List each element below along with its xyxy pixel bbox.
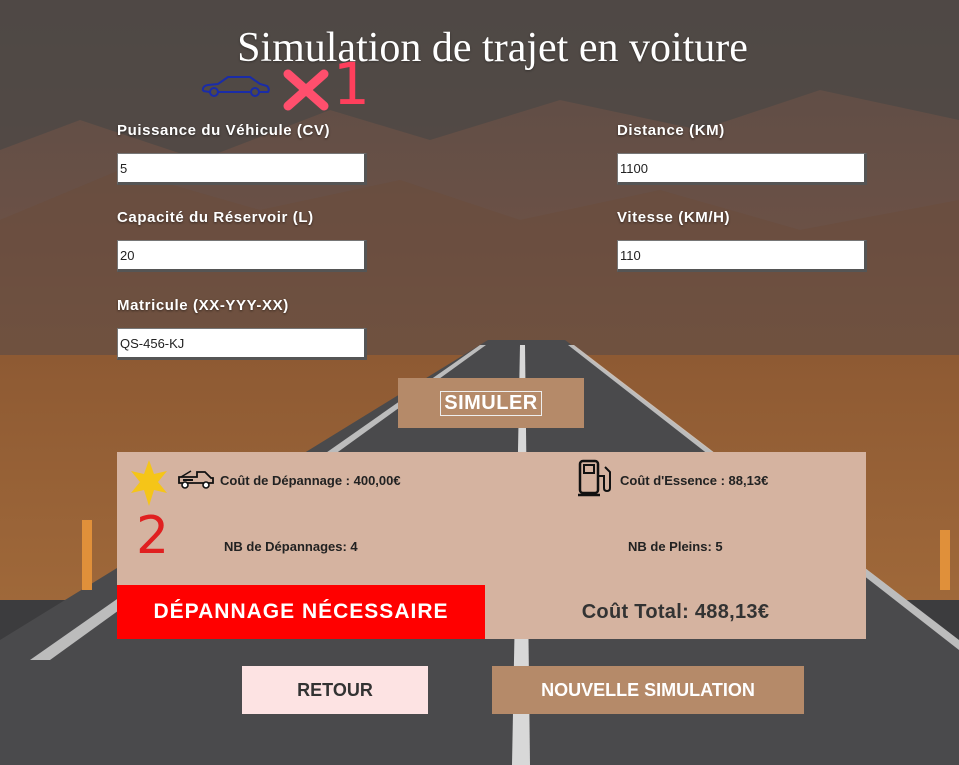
car-count-badge: 1 (333, 50, 370, 118)
tow-count: NB de Dépannages: 4 (224, 539, 358, 554)
speed-input[interactable] (617, 240, 867, 272)
simulate-button-label: SIMULER (440, 390, 542, 416)
total-cost: Coût Total: 488,13€ (581, 600, 770, 623)
fuel-pump-icon (577, 458, 615, 498)
page-title: Simulation de trajet en voiture (237, 25, 748, 71)
power-label: Puissance du Véhicule (CV) (117, 122, 331, 139)
simulate-button[interactable]: SIMULER (398, 378, 584, 428)
tank-label: Capacité du Réservoir (L) (117, 209, 314, 226)
speed-label: Vitesse (KM/H) (617, 209, 731, 226)
tow-required-banner: DÉPANNAGE NÉCESSAIRE (117, 585, 485, 639)
car-outline-icon (200, 74, 272, 98)
step-number: 2 (136, 506, 170, 566)
tank-input[interactable] (117, 240, 367, 272)
results-panel: 2 Coût de Dépannage : 400,00€ Coût d'Ess… (117, 452, 866, 639)
new-simulation-button[interactable]: NOUVELLE SIMULATION (492, 666, 804, 714)
distance-label: Distance (KM) (617, 122, 725, 139)
fuel-cost: Coût d'Essence : 88,13€ (620, 473, 769, 488)
cross-icon (282, 68, 330, 112)
back-button[interactable]: RETOUR (242, 666, 428, 714)
star-icon (129, 458, 169, 508)
plate-input[interactable] (117, 328, 367, 360)
power-input[interactable] (117, 153, 367, 185)
distance-input[interactable] (617, 153, 867, 185)
tow-cost: Coût de Dépannage : 400,00€ (220, 473, 401, 488)
plate-label: Matricule (XX-YYY-XX) (117, 297, 289, 314)
fill-count: NB de Pleins: 5 (628, 539, 723, 554)
tow-truck-icon (177, 468, 215, 490)
